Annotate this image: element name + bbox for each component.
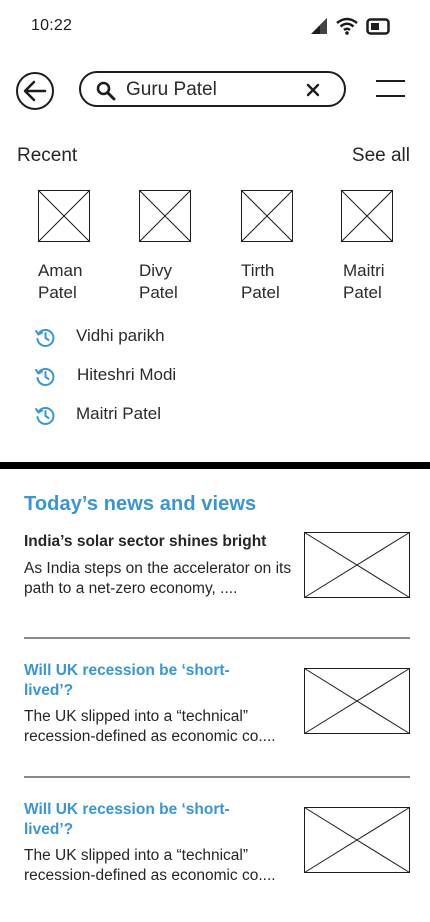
- status-icons: [310, 17, 392, 35]
- see-all-link[interactable]: See all: [352, 145, 410, 167]
- history-item[interactable]: Hiteshri Modi: [34, 362, 334, 388]
- history-icon: [35, 329, 55, 347]
- news-thumbnail-placeholder-icon: [304, 668, 410, 734]
- section-divider: [0, 462, 430, 469]
- search-row: [0, 70, 430, 110]
- news-heading: Today’s news and views: [24, 493, 257, 515]
- history-item[interactable]: Maitri Patel: [34, 401, 334, 427]
- news-title: Will UK recession be ‘short-lived’?: [24, 662, 230, 699]
- news-body: The UK slipped into a “technical” recess…: [24, 708, 276, 745]
- history-label: Maitri Patel: [76, 404, 162, 423]
- recent-title: Recent: [17, 145, 78, 166]
- news-thumbnail-placeholder-icon: [304, 532, 410, 598]
- history-icon: [35, 407, 55, 425]
- news-divider: [24, 776, 410, 778]
- history-label: Hiteshri Modi: [77, 365, 177, 384]
- avatar-placeholder-icon: [38, 190, 90, 242]
- person-name: Maitri Patel: [343, 261, 385, 302]
- avatar-placeholder-icon: [341, 190, 393, 242]
- cellular-signal-icon: [311, 18, 327, 34]
- menu-line-icon: [376, 95, 405, 97]
- history-label: Vidhi parikh: [76, 326, 165, 345]
- news-thumbnail-placeholder-icon: [304, 807, 410, 873]
- person-name: Aman Patel: [38, 261, 83, 302]
- avatar-placeholder-icon: [139, 190, 191, 242]
- wifi-icon: [336, 17, 358, 35]
- news-item[interactable]: Will UK recession be ‘short-lived’? The …: [24, 661, 410, 771]
- search-input[interactable]: [126, 78, 296, 102]
- search-box[interactable]: [79, 71, 346, 107]
- back-button[interactable]: [16, 72, 54, 110]
- news-title: Will UK recession be ‘short-lived’?: [24, 801, 230, 838]
- person-name: Divy Patel: [139, 261, 178, 302]
- avatar-placeholder-icon: [241, 190, 293, 242]
- status-time: 10:22: [31, 17, 73, 34]
- search-icon: [96, 81, 116, 101]
- news-title: India’s solar sector shines bright: [24, 533, 267, 550]
- arrow-left-icon: [23, 80, 47, 102]
- battery-icon: [366, 18, 390, 35]
- news-body: As India steps on the accelerator on its…: [24, 560, 292, 597]
- recent-header: Recent See all: [17, 145, 410, 169]
- news-body: The UK slipped into a “technical” recess…: [24, 847, 276, 884]
- clear-search-icon[interactable]: [304, 81, 322, 99]
- news-item[interactable]: India’s solar sector shines bright As In…: [24, 532, 410, 628]
- menu-line-icon: [376, 80, 405, 82]
- history-icon: [35, 368, 55, 386]
- news-item[interactable]: Will UK recession be ‘short-lived’? The …: [24, 800, 410, 910]
- status-bar: 10:22: [0, 0, 430, 54]
- person-name: Tirth Patel: [241, 261, 280, 302]
- recent-people: Aman Patel Divy Patel Tirth Patel Maitri…: [0, 190, 430, 305]
- news-divider: [24, 637, 410, 639]
- history-item[interactable]: Vidhi parikh: [34, 323, 334, 349]
- menu-button[interactable]: [376, 80, 405, 98]
